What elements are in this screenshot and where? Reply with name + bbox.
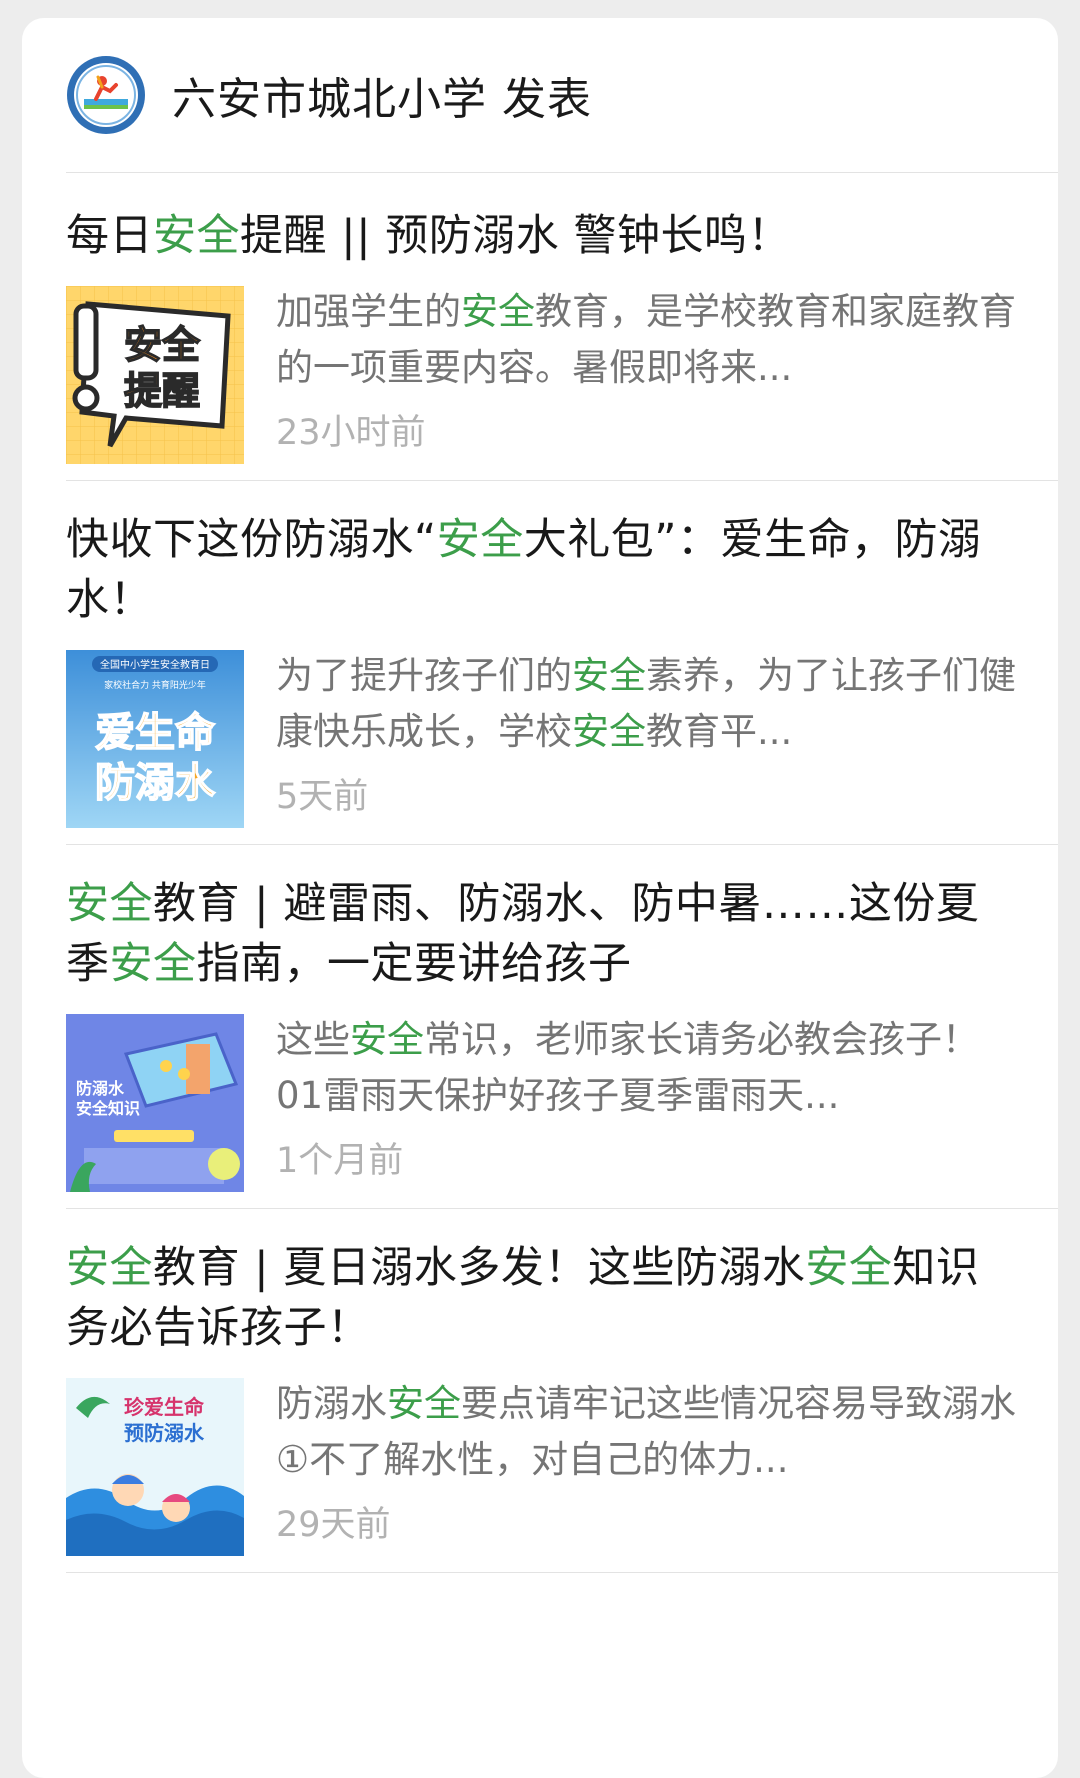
article-item[interactable]: 安全教育 | 避雷雨、防溺水、防中暑……这份夏季安全指南，一定要讲给孩子 防溺水… xyxy=(66,844,1058,1209)
school-logo-avatar[interactable] xyxy=(66,55,146,135)
publish-time: 5天前 xyxy=(276,777,369,817)
highlighted-keyword: 安全 xyxy=(461,290,535,333)
article-summary: 防溺水安全要点请牢记这些情况容易导致溺水①不了解水性，对自己的体力... xyxy=(276,1376,1016,1488)
thumb-text: 防溺水 xyxy=(95,760,216,806)
account-card: 六安市城北小学 发表 每日安全提醒 || 预防溺水 警钟长鸣！ 安全 提醒 加强… xyxy=(22,18,1058,1778)
highlighted-keyword: 安全 xyxy=(66,1243,153,1293)
text-segment: 教育平... xyxy=(646,710,793,753)
highlighted-keyword: 安全 xyxy=(572,710,646,753)
thumb-text: 家校社合力 共育阳光少年 xyxy=(104,679,206,691)
highlighted-keyword: 安全 xyxy=(436,515,524,565)
thumb-text: 提醒 xyxy=(124,369,200,413)
article-item[interactable]: 每日安全提醒 || 预防溺水 警钟长鸣！ 安全 提醒 加强学生的安全教育，是学校… xyxy=(66,172,1058,481)
thumb-text: 安全知识 xyxy=(76,1099,140,1118)
article-item[interactable]: 快收下这份防溺水“安全大礼包”：爱生命，防溺水！ 全国中小学生安全教育日 家校社… xyxy=(66,480,1058,845)
highlighted-keyword: 安全 xyxy=(66,879,153,929)
account-header[interactable]: 六安市城北小学 发表 xyxy=(66,18,1058,173)
article-title[interactable]: 安全教育 | 避雷雨、防溺水、防中暑……这份夏季安全指南，一定要讲给孩子 xyxy=(66,874,1006,994)
text-segment: 教育 | 夏日溺水多发！这些防溺水 xyxy=(153,1243,806,1293)
text-segment: 加强学生的 xyxy=(276,290,461,333)
article-summary: 加强学生的安全教育，是学校教育和家庭教育的一项重要内容。暑假即将来... xyxy=(276,284,1016,396)
article-thumbnail[interactable]: 安全 提醒 xyxy=(66,286,244,464)
text-segment: 每日 xyxy=(66,211,153,261)
highlighted-keyword: 安全 xyxy=(572,654,646,697)
article-title[interactable]: 快收下这份防溺水“安全大礼包”：爱生命，防溺水！ xyxy=(66,510,1006,630)
thumb-text: 爱生命 xyxy=(95,710,215,756)
text-segment: 防溺水 xyxy=(276,1382,387,1425)
article-thumbnail[interactable]: 防溺水 安全知识 xyxy=(66,1014,244,1192)
article-item[interactable]: 安全教育 | 夏日溺水多发！这些防溺水安全知识务必告诉孩子！ 珍爱生命 预防溺水… xyxy=(66,1208,1058,1573)
text-segment: 提醒 || 预防溺水 警钟长鸣！ xyxy=(240,211,791,261)
highlighted-keyword: 安全 xyxy=(805,1243,893,1293)
highlighted-keyword: 安全 xyxy=(387,1382,461,1425)
article-title[interactable]: 安全教育 | 夏日溺水多发！这些防溺水安全知识务必告诉孩子！ xyxy=(66,1238,1006,1358)
publish-time: 1个月前 xyxy=(276,1141,404,1181)
thumb-text: 防溺水 xyxy=(76,1079,125,1098)
header-title: 六安市城北小学 发表 xyxy=(172,63,592,127)
publish-time: 29天前 xyxy=(276,1505,391,1545)
text-segment: 这些 xyxy=(276,1018,350,1061)
article-summary: 这些安全常识，老师家长请务必教会孩子！01雷雨天保护好孩子夏季雷雨天... xyxy=(276,1012,1016,1124)
thumb-text: 预防溺水 xyxy=(124,1421,205,1445)
article-thumbnail[interactable]: 珍爱生命 预防溺水 xyxy=(66,1378,244,1556)
action-label: 发表 xyxy=(502,74,592,125)
article-title[interactable]: 每日安全提醒 || 预防溺水 警钟长鸣！ xyxy=(66,206,1006,266)
thumb-text: 珍爱生命 xyxy=(124,1395,205,1419)
thumb-text: 全国中小学生安全教育日 xyxy=(100,658,210,671)
publish-time: 23小时前 xyxy=(276,413,426,453)
text-segment: 快收下这份防溺水“ xyxy=(66,515,437,565)
text-segment: 指南，一定要讲给孩子 xyxy=(196,939,632,989)
highlighted-keyword: 安全 xyxy=(153,211,240,261)
author-name[interactable]: 六安市城北小学 xyxy=(172,74,487,125)
text-segment: 为了提升孩子们的 xyxy=(276,654,572,697)
thumb-text: 安全 xyxy=(124,323,201,367)
highlighted-keyword: 安全 xyxy=(350,1018,424,1061)
article-thumbnail[interactable]: 全国中小学生安全教育日 家校社合力 共育阳光少年 爱生命 防溺水 xyxy=(66,650,244,828)
highlighted-keyword: 安全 xyxy=(109,939,197,989)
article-summary: 为了提升孩子们的安全素养，为了让孩子们健康快乐成长，学校安全教育平... xyxy=(276,648,1016,760)
